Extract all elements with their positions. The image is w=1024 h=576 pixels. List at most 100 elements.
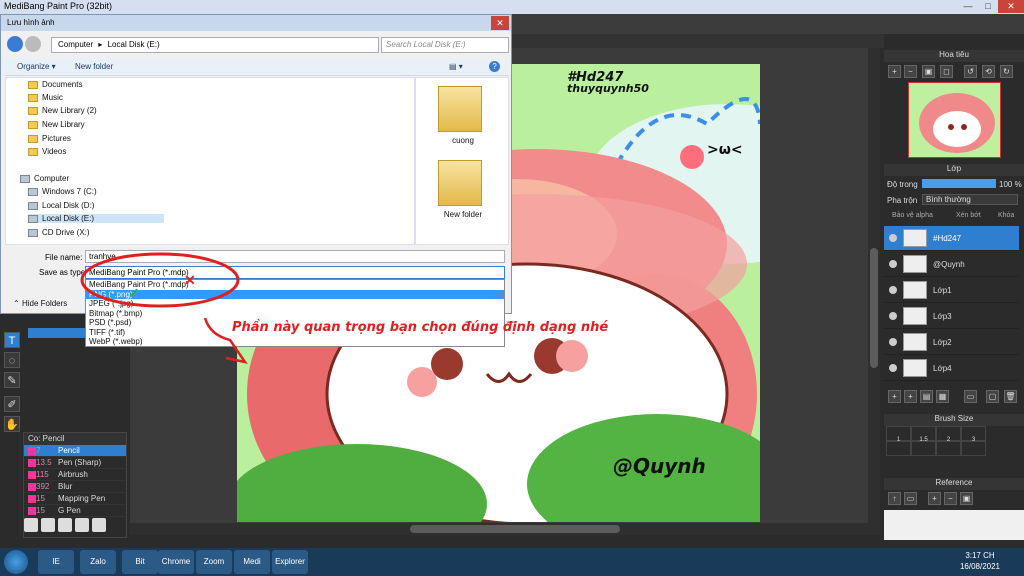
text-tool-icon[interactable]: T	[4, 332, 20, 348]
savetype-option[interactable]: JPEG (*.jpg)	[86, 299, 504, 309]
layer-row[interactable]: #Hd247	[884, 226, 1019, 251]
reference-open-icon[interactable]: ▭	[904, 492, 917, 505]
hide-folders-button[interactable]: ⌃ Hide Folders	[13, 299, 67, 308]
breadcrumb-computer[interactable]: Computer	[58, 40, 93, 49]
blend-select[interactable]: Bình thường	[922, 194, 1018, 205]
opacity-slider[interactable]	[922, 179, 996, 188]
taskbar-item[interactable]: Medi	[234, 550, 270, 574]
maximize-button[interactable]: □	[978, 0, 998, 13]
folder-icon[interactable]	[438, 86, 482, 132]
size-cell[interactable]	[911, 441, 936, 456]
taskbar-item[interactable]: Zoom	[196, 550, 232, 574]
copy-icon[interactable]: ▢	[986, 390, 999, 403]
size-cell[interactable]: 2	[936, 426, 961, 443]
start-button[interactable]	[4, 550, 28, 574]
system-clock[interactable]: 3:17 CH 16/08/2021	[940, 550, 1020, 572]
nav-item[interactable]: Videos	[28, 147, 66, 156]
rotate-left-icon[interactable]: ↺	[964, 65, 977, 78]
nav-item[interactable]: Computer	[20, 174, 69, 183]
visibility-icon[interactable]	[889, 338, 897, 346]
nav-item[interactable]: Local Disk (E:)	[28, 214, 165, 223]
reference-add-icon[interactable]: ↑	[888, 492, 901, 505]
visibility-icon[interactable]	[889, 234, 897, 242]
nav-item[interactable]: CD Drive (X:)	[28, 228, 90, 237]
savetype-option[interactable]: Bitmap (*.bmp)	[86, 309, 504, 319]
add-layer-icon[interactable]: +	[888, 390, 901, 403]
nav-item[interactable]: Local Disk (D:)	[28, 201, 94, 210]
taskbar-item[interactable]: IE	[38, 550, 74, 574]
zoom-in-icon[interactable]: +	[928, 492, 941, 505]
pen-tool-icon[interactable]: ✐	[4, 396, 20, 412]
eyedropper-tool-icon[interactable]: ✎	[4, 372, 20, 388]
layer-row[interactable]: Lớp4	[884, 356, 1019, 381]
navigator-thumbnail[interactable]	[908, 82, 1001, 158]
delete-brush-icon[interactable]	[58, 518, 72, 532]
folder-icon[interactable]: ▭	[964, 390, 977, 403]
merge-layer-icon[interactable]: ▦	[936, 390, 949, 403]
horizontal-scrollbar[interactable]	[130, 523, 880, 535]
breadcrumb-local-disk[interactable]: Local Disk (E:)	[108, 40, 160, 49]
scroll-thumb[interactable]	[870, 248, 878, 368]
brush-item[interactable]: 115 Airbrush	[24, 469, 126, 481]
savetype-option[interactable]: WebP (*.webp)	[86, 337, 504, 347]
layer-row[interactable]: Lớp1	[884, 278, 1019, 303]
fit-icon[interactable]: ▣	[922, 65, 935, 78]
brush-item[interactable]: 15 G Pen	[24, 505, 126, 517]
copy-brush-icon[interactable]	[75, 518, 89, 532]
size-cell[interactable]: 1	[886, 426, 911, 443]
file-item-label[interactable]: cuong	[416, 136, 510, 145]
size-cell[interactable]	[936, 441, 961, 456]
zoom-out-icon[interactable]: −	[944, 492, 957, 505]
back-icon[interactable]	[7, 36, 23, 52]
clipping-checkbox[interactable]: Xén bớt	[956, 212, 981, 219]
savetype-option[interactable]: PNG (*.png)	[86, 289, 504, 299]
nav-item[interactable]: Documents	[28, 80, 82, 89]
duplicate-layer-icon[interactable]: ▤	[920, 390, 933, 403]
brush-item[interactable]: 392 Blur	[24, 481, 126, 493]
fit-icon[interactable]: ▣	[960, 492, 973, 505]
search-input[interactable]: Search Local Disk (E:)	[381, 37, 509, 53]
taskbar-item[interactable]: Explorer	[272, 550, 308, 574]
view-icon[interactable]: ▤ ▾	[449, 62, 463, 71]
file-item-label[interactable]: New folder	[416, 210, 510, 219]
close-button[interactable]: ✕	[998, 0, 1024, 13]
size-cell[interactable]: 1.5	[911, 426, 936, 443]
taskbar-item[interactable]: Zalo	[80, 550, 116, 574]
visibility-icon[interactable]	[889, 260, 897, 268]
nav-item[interactable]: New Library	[28, 120, 85, 129]
new-folder-button[interactable]: New folder	[75, 62, 113, 71]
nav-item[interactable]: Music	[28, 93, 63, 102]
size-cell[interactable]	[886, 441, 911, 456]
add-brush-icon[interactable]	[24, 518, 38, 532]
reset-icon[interactable]: ⟲	[982, 65, 995, 78]
brush-item[interactable]: 13.5 Pen (Sharp)	[24, 457, 126, 469]
delete-layer-icon[interactable]: 🗑	[1004, 390, 1017, 403]
size-cell[interactable]: 3	[961, 426, 986, 443]
layer-row[interactable]: Lớp2	[884, 330, 1019, 355]
nav-item[interactable]: Pictures	[28, 134, 71, 143]
brush-item[interactable]: 7 Pencil	[24, 445, 126, 457]
actual-size-icon[interactable]: ◻	[940, 65, 953, 78]
add-layer-icon[interactable]: +	[904, 390, 917, 403]
organize-button[interactable]: Organize ▾	[17, 62, 56, 71]
folder-icon[interactable]	[438, 160, 482, 206]
minimize-button[interactable]: —	[958, 0, 978, 13]
protect-alpha-checkbox[interactable]: Bảo vệ alpha	[892, 212, 933, 219]
forward-icon[interactable]	[25, 36, 41, 52]
zoom-in-icon[interactable]: +	[888, 65, 901, 78]
nav-item[interactable]: New Library (2)	[28, 106, 97, 115]
filename-input[interactable]: tranhve	[85, 250, 505, 263]
taskbar-item[interactable]: Chrome	[158, 550, 194, 574]
hand-tool-icon[interactable]: ✋	[4, 416, 20, 432]
lasso-tool-icon[interactable]: ◌	[4, 352, 20, 368]
vertical-scrollbar[interactable]	[868, 48, 880, 523]
savetype-option[interactable]: MediBang Paint Pro (*.mdp)	[86, 280, 504, 290]
rotate-right-icon[interactable]: ↻	[1000, 65, 1013, 78]
folder-icon[interactable]	[41, 518, 55, 532]
visibility-icon[interactable]	[889, 286, 897, 294]
layer-row[interactable]: Lớp3	[884, 304, 1019, 329]
help-icon[interactable]: ?	[489, 61, 500, 72]
settings-icon[interactable]	[92, 518, 106, 532]
zoom-out-icon[interactable]: −	[904, 65, 917, 78]
taskbar-item[interactable]: Bit	[122, 550, 158, 574]
